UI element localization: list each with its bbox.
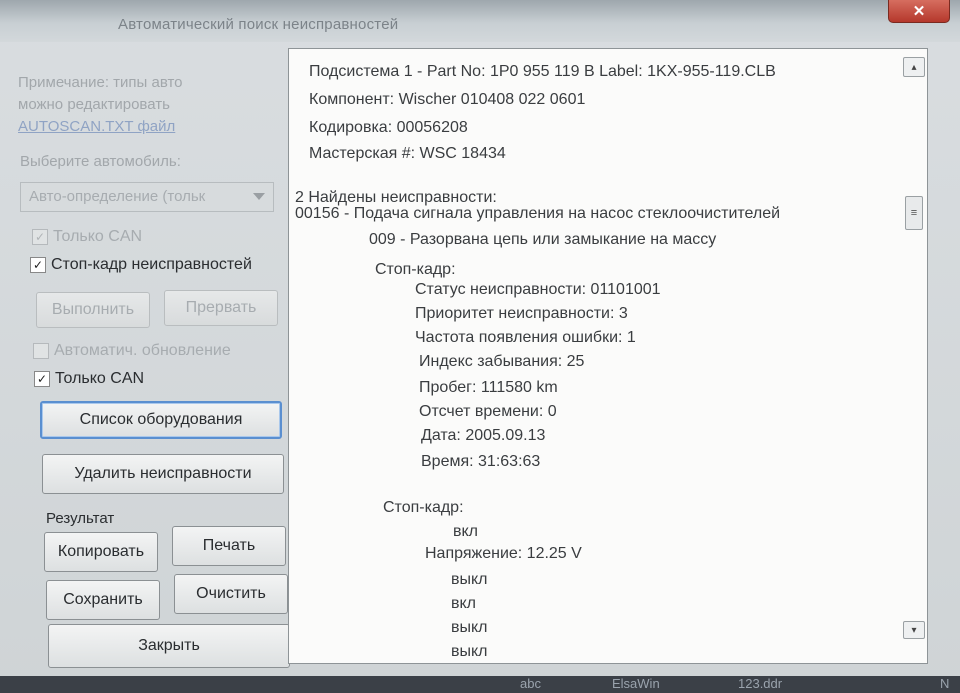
checkbox-box xyxy=(33,343,49,359)
print-button[interactable]: Печать xyxy=(172,526,286,566)
window-title: Автоматический поиск неисправностей xyxy=(118,16,399,33)
log-line: Время: 31:63:63 xyxy=(421,453,541,470)
title-bar[interactable]: Автоматический поиск неисправностей ✕ xyxy=(0,0,960,42)
log-line: выкл xyxy=(451,619,488,636)
copy-button[interactable]: Копировать xyxy=(44,532,158,572)
only-can-checkbox-2[interactable]: ✓ Только CAN xyxy=(34,370,144,388)
checkbox-box: ✓ xyxy=(30,257,46,273)
abort-button[interactable]: Прервать xyxy=(164,290,278,326)
log-line: Напряжение: 12.25 V xyxy=(425,545,582,562)
result-text-panel[interactable]: Подсистема 1 - Part No: 1P0 955 119 B La… xyxy=(288,48,928,664)
log-line: 00156 - Подача сигнала управления на нас… xyxy=(295,205,781,222)
only-can-checkbox-1[interactable]: ✓ Только CAN xyxy=(32,228,142,246)
note-line-1: Примечание: типы авто xyxy=(18,74,183,91)
only-can-label-2: Только CAN xyxy=(55,370,145,387)
log-line: 009 - Разорвана цепь или замыкание на ма… xyxy=(369,231,717,248)
close-icon: ✕ xyxy=(912,3,926,20)
vertical-scrollbar[interactable]: ▴ ≡ ▾ xyxy=(903,51,925,661)
log-line: Кодировка: 00056208 xyxy=(309,119,468,136)
checkbox-box: ✓ xyxy=(32,229,48,245)
fault-search-window: Автоматический поиск неисправностей ✕ Пр… xyxy=(0,0,960,693)
car-combo-value: Авто-определение (тольк xyxy=(29,188,206,205)
auto-update-checkbox[interactable]: Автоматич. обновление xyxy=(33,342,231,360)
auto-update-label: Автоматич. обновление xyxy=(54,342,231,359)
log-line: Индекс забывания: 25 xyxy=(419,353,585,370)
log-line: вкл xyxy=(453,523,479,540)
close-button[interactable]: Закрыть xyxy=(48,624,290,668)
log-line: Стоп-кадр: xyxy=(383,499,464,516)
freeze-frame-label: Стоп-кадр неисправностей xyxy=(51,256,252,273)
log-line: вкл xyxy=(451,595,477,612)
log-line: Пробег: 111580 km xyxy=(419,379,558,396)
log-line: Стоп-кадр: xyxy=(375,261,456,278)
taskbar-item[interactable]: N xyxy=(940,676,949,691)
grip-icon: ≡ xyxy=(910,207,918,219)
log-content: Подсистема 1 - Part No: 1P0 955 119 B La… xyxy=(289,49,899,661)
note-line-2: можно редактировать xyxy=(18,96,170,113)
scroll-up-button[interactable]: ▴ xyxy=(903,57,925,77)
chevron-down-icon xyxy=(253,193,265,200)
clear-button[interactable]: Очистить xyxy=(174,574,288,614)
log-line: Отсчет времени: 0 xyxy=(419,403,557,420)
note-text: Примечание: типы авто можно редактироват… xyxy=(18,72,278,138)
autoscan-file-link[interactable]: AUTOSCAN.TXT файл xyxy=(18,116,278,138)
checkmark-icon: ✓ xyxy=(36,372,48,386)
taskbar-item[interactable]: ElsaWin xyxy=(612,676,660,691)
taskbar-item[interactable]: 123.ddr xyxy=(738,676,782,691)
log-line: Статус неисправности: 01101001 xyxy=(415,281,661,298)
log-line: выкл xyxy=(451,643,488,660)
taskbar-item[interactable]: abc xyxy=(520,676,541,691)
clear-faults-button[interactable]: Удалить неисправности xyxy=(42,454,284,494)
checkmark-icon: ✓ xyxy=(34,230,46,244)
scroll-down-button[interactable]: ▾ xyxy=(903,621,925,639)
log-line: Дата: 2005.09.13 xyxy=(421,427,546,444)
save-button[interactable]: Сохранить xyxy=(46,580,160,620)
freeze-frame-checkbox[interactable]: ✓ Стоп-кадр неисправностей xyxy=(30,256,252,274)
window-close-button[interactable]: ✕ xyxy=(888,0,950,23)
equipment-list-button[interactable]: Список оборудования xyxy=(40,401,282,439)
log-line: Подсистема 1 - Part No: 1P0 955 119 B La… xyxy=(309,63,776,80)
log-line: Частота появления ошибки: 1 xyxy=(415,329,636,346)
taskbar: abc ElsaWin 123.ddr N xyxy=(0,676,960,693)
chevron-down-icon: ▾ xyxy=(911,624,917,636)
chevron-up-icon: ▴ xyxy=(911,61,917,73)
scroll-thumb[interactable]: ≡ xyxy=(905,196,923,230)
select-car-label: Выберите автомобиль: xyxy=(20,153,181,170)
log-line: Приоритет неисправности: 3 xyxy=(415,305,628,322)
car-select-combo[interactable]: Авто-определение (тольк xyxy=(20,182,274,212)
run-button[interactable]: Выполнить xyxy=(36,292,150,328)
checkbox-box: ✓ xyxy=(34,371,50,387)
checkmark-icon: ✓ xyxy=(32,258,44,272)
log-line: выкл xyxy=(451,571,488,588)
log-line: Компонент: Wischer 010408 022 0601 xyxy=(309,91,586,108)
log-line: Мастерская #: WSC 18434 xyxy=(309,145,506,162)
result-label: Результат xyxy=(46,510,115,527)
only-can-label-1: Только CAN xyxy=(53,228,143,245)
